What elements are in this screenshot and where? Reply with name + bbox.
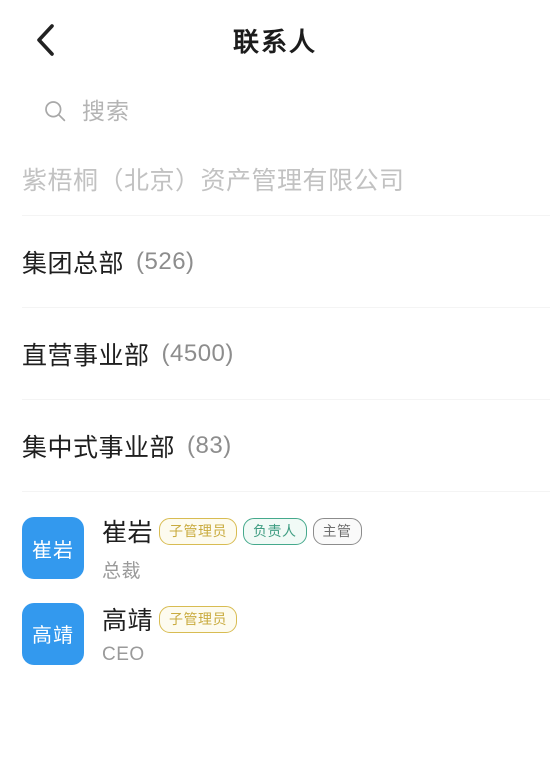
department-row[interactable]: 集中式事业部 (83): [0, 400, 550, 492]
contact-list: 崔岩 崔岩 子管理员 负责人 主管 总裁 高靖 高靖 子管理员 CEO: [0, 492, 550, 675]
contact-details: 高靖 子管理员 CEO: [102, 601, 243, 666]
status-badge: 子管理员: [159, 517, 238, 545]
contact-title: CEO: [102, 644, 145, 665]
department-list: 集团总部 (526) 直营事业部 (4500) 集中式事业部 (83): [0, 216, 550, 492]
organization-row[interactable]: 紫梧桐（北京）资产管理有限公司: [0, 142, 550, 216]
department-count: (526): [136, 248, 195, 275]
status-badge: 主管: [312, 517, 362, 545]
department-name: 直营事业部: [22, 342, 150, 370]
contact-tags: 子管理员: [159, 605, 243, 633]
page-title: 联系人: [232, 26, 317, 57]
search-bar[interactable]: [0, 80, 550, 142]
department-name: 集中式事业部: [22, 434, 176, 462]
status-badge: 子管理员: [159, 605, 238, 633]
contact-title: 总裁: [102, 561, 142, 582]
contact-name: 崔岩: [102, 519, 154, 547]
contact-name-line: 高靖 子管理员: [102, 601, 243, 637]
search-icon: [44, 100, 82, 122]
contact-tags: 子管理员 负责人 主管: [159, 517, 368, 545]
app-header: 联系人: [0, 0, 550, 80]
row-divider: [22, 491, 550, 492]
back-button[interactable]: [22, 17, 68, 63]
contact-row[interactable]: 高靖 高靖 子管理员 CEO: [0, 592, 550, 675]
status-badge: 负责人: [243, 517, 307, 545]
contact-name-line: 崔岩 子管理员 负责人 主管: [102, 513, 368, 549]
department-name: 集团总部: [22, 250, 125, 278]
contact-details: 崔岩 子管理员 负责人 主管 总裁: [102, 513, 368, 583]
department-row[interactable]: 集团总部 (526): [0, 216, 550, 308]
department-count: (4500): [161, 340, 234, 367]
department-count: (83): [187, 432, 232, 459]
search-input[interactable]: [82, 97, 437, 125]
organization-name: 紫梧桐（北京）资产管理有限公司: [22, 167, 405, 195]
contact-row[interactable]: 崔岩 崔岩 子管理员 负责人 主管 总裁: [0, 504, 550, 592]
contact-name: 高靖: [102, 607, 154, 635]
avatar: 高靖: [22, 602, 84, 665]
department-row[interactable]: 直营事业部 (4500): [0, 308, 550, 400]
chevron-left-icon: [34, 23, 56, 57]
avatar: 崔岩: [22, 517, 84, 579]
